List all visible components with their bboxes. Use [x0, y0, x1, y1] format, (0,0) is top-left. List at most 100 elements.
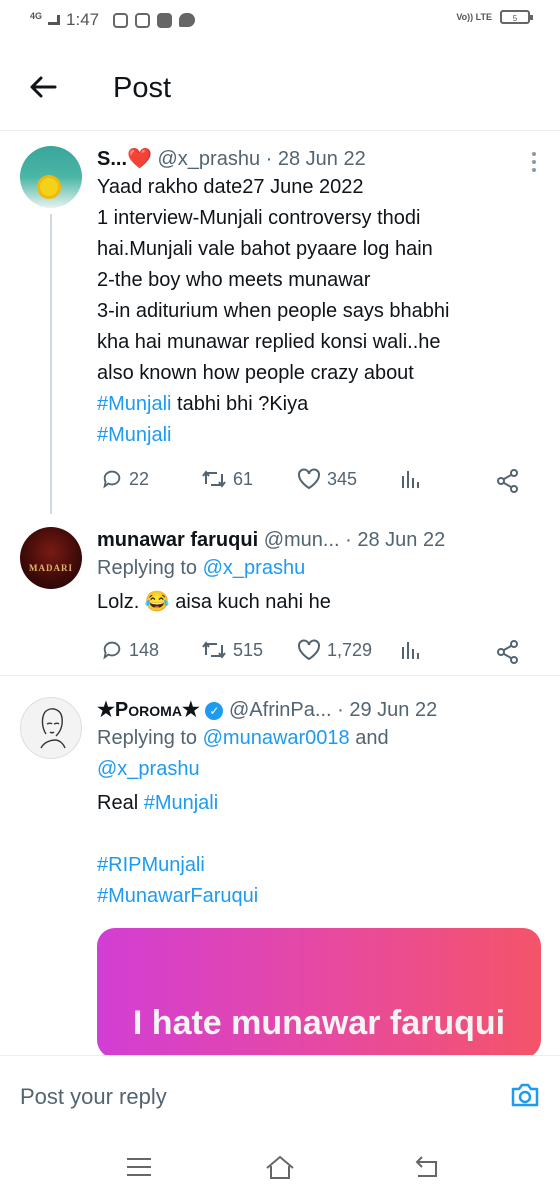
reply-button[interactable]: 22	[101, 468, 149, 490]
repost-button[interactable]: 515	[201, 639, 263, 661]
text-line: 3-in aditurium when people says bhabhi	[97, 300, 450, 322]
repost-icon	[202, 470, 226, 488]
verified-badge-icon: ✓	[205, 701, 224, 720]
replying-to: Replying to @x_prashu	[97, 553, 520, 584]
hashtag-link[interactable]: #Munjali	[97, 424, 171, 446]
status-bar: 4G 1:47 Vo)) LTE 5	[0, 0, 560, 44]
reply-count: 22	[129, 468, 150, 489]
like-count: 1,729	[327, 639, 373, 660]
handle[interactable]: @x_prashu	[157, 148, 260, 170]
tweet-1[interactable]: S...❤️ @x_prashu · 28 Jun 22 Yaad rakho …	[0, 140, 560, 514]
media-caption: I hate munawar faruqui inshallah Allah g…	[97, 998, 541, 1058]
handle[interactable]: @mun...	[264, 529, 340, 551]
avatar[interactable]	[20, 697, 82, 759]
notification-icon	[135, 12, 151, 28]
flower-icon	[40, 178, 58, 196]
display-name[interactable]: munawar faruqui	[97, 529, 258, 551]
twitter-icon	[179, 12, 196, 27]
tweet-text: Lolz. 😂 aisa kuch nahi he	[97, 591, 331, 613]
hashtag-link[interactable]: #Munjali	[97, 393, 171, 415]
replying-label: Replying to	[97, 727, 203, 749]
top-bar: Post	[0, 50, 560, 131]
repost-count: 61	[233, 468, 254, 489]
share-icon	[497, 469, 518, 493]
heart-icon	[298, 639, 320, 661]
views-button[interactable]	[400, 639, 422, 661]
heart-icon	[298, 468, 320, 490]
hashtag-link[interactable]: #MunawarFaruqui	[97, 885, 258, 907]
avatar[interactable]	[20, 146, 82, 208]
network-type: 4G	[30, 10, 43, 21]
tweet-text: Yaad rakho date27 June 2022 1 interview-…	[97, 172, 520, 451]
share-icon	[497, 640, 518, 664]
text-line: #Munjali tabhi bhi ?Kiya	[97, 389, 520, 420]
mention-link[interactable]: @x_prashu	[203, 557, 306, 579]
text-line: kha hai munawar replied konsi wali..he	[97, 331, 441, 353]
reply-icon	[103, 470, 121, 489]
back-nav-icon[interactable]	[410, 1152, 442, 1187]
signal-icon	[48, 15, 61, 25]
like-count: 345	[327, 468, 358, 489]
display-name[interactable]: ★Poroma★	[97, 699, 200, 721]
media-line: I hate munawar faruqui	[132, 1004, 506, 1042]
views-button[interactable]	[400, 468, 422, 490]
avatar-badge: MADARI	[29, 563, 73, 573]
mention-link[interactable]: @x_prashu	[97, 758, 200, 780]
page-title: Post	[113, 72, 172, 104]
analytics-icon	[402, 471, 419, 488]
handle[interactable]: @AfrinPa...	[229, 699, 332, 721]
avatar[interactable]: MADARI	[20, 527, 82, 589]
volte-indicator: Vo)) LTE	[456, 12, 492, 22]
battery-icon: 5	[500, 10, 533, 24]
date: · 28 Jun 22	[265, 148, 366, 170]
system-nav-bar	[0, 1140, 560, 1200]
text-line: 1 interview-Munjali controversy thodi	[97, 207, 421, 229]
text-line: also known how people crazy about	[97, 362, 414, 384]
camera-icon[interactable]	[510, 1082, 540, 1108]
tweet-media-image[interactable]: I hate munawar faruqui inshallah Allah g…	[97, 928, 541, 1058]
repost-count: 515	[233, 639, 264, 660]
menu-icon[interactable]	[124, 1154, 154, 1185]
like-button[interactable]: 345	[297, 468, 357, 490]
reply-icon	[103, 641, 121, 660]
text-line: Yaad rakho date27 June 2022	[97, 176, 364, 198]
tweet-actions: 22 61 345	[97, 468, 527, 498]
repost-button[interactable]: 61	[201, 468, 253, 490]
like-button[interactable]: 1,729	[297, 639, 372, 661]
battery-level: 5	[512, 14, 518, 23]
text-fragment: tabhi bhi ?Kiya	[171, 393, 309, 415]
tweet-text: Real #Munjali #RIPMunjali #MunawarFaruqu…	[97, 788, 520, 912]
tweet-header: munawar faruqui @mun... · 28 Jun 22	[97, 527, 520, 553]
thread-line	[50, 214, 52, 514]
reply-input[interactable]: Post your reply	[20, 1084, 167, 1110]
hashtag-link[interactable]: #RIPMunjali	[97, 854, 205, 876]
divider	[0, 675, 560, 676]
reply-button[interactable]: 148	[101, 639, 159, 661]
tweet-actions: 148 515 1,729	[97, 639, 527, 669]
reply-count: 148	[129, 639, 160, 660]
reply-composer: Post your reply	[0, 1055, 560, 1141]
date: · 28 Jun 22	[345, 529, 446, 551]
more-options-icon[interactable]	[532, 152, 536, 176]
tweet-header: S...❤️ @x_prashu · 28 Jun 22	[97, 146, 520, 172]
instagram-icon	[113, 12, 129, 28]
replying-label: Replying to	[97, 557, 203, 579]
text-fragment: Real	[97, 792, 144, 814]
text-line: hai.Munjali vale bahot pyaare log hain	[97, 238, 433, 260]
hashtag-link[interactable]: #Munjali	[144, 792, 218, 814]
mention-link[interactable]: @munawar0018	[203, 727, 350, 749]
youtube-icon	[157, 12, 173, 28]
display-name[interactable]: S...❤️	[97, 148, 152, 170]
replying-to: Replying to @munawar0018 and @x_prashu	[97, 723, 520, 785]
share-button[interactable]	[495, 468, 521, 494]
sketch-portrait-icon	[40, 708, 66, 749]
text-line: #Munjali	[97, 420, 520, 451]
share-button[interactable]	[495, 639, 521, 665]
date: · 29 Jun 22	[337, 699, 438, 721]
replying-and: and	[349, 727, 389, 749]
tweet-header: ★Poroma★ ✓ @AfrinPa... · 29 Jun 22	[97, 697, 520, 723]
analytics-icon	[402, 642, 419, 659]
home-icon[interactable]	[263, 1152, 297, 1187]
back-arrow-icon[interactable]	[28, 72, 58, 108]
tweet-2[interactable]: MADARI munawar faruqui @mun... · 28 Jun …	[0, 515, 560, 685]
